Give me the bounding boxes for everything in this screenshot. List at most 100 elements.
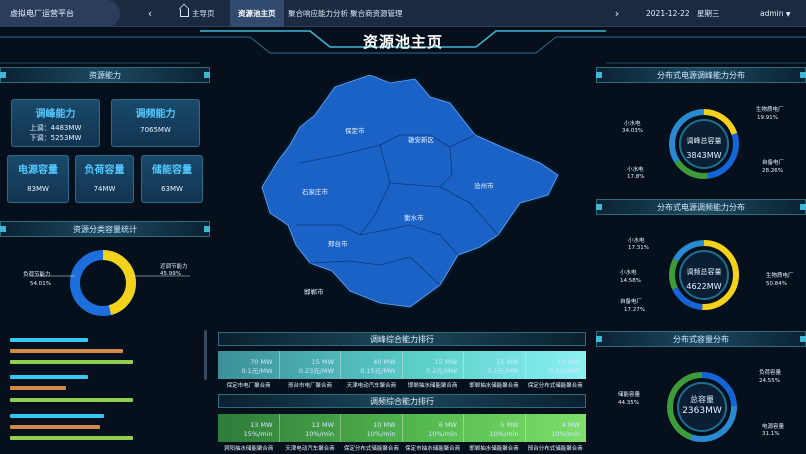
resource-capacity-header: 资源能力 bbox=[0, 67, 210, 83]
cap-dist-label: 电源容量 bbox=[762, 424, 785, 430]
user-menu[interactable]: admin ▼ bbox=[760, 0, 791, 27]
fm-capacity-card: 调频能力 7065MW bbox=[111, 99, 200, 147]
donut-slice-adjust bbox=[102, 250, 136, 315]
peak-rank-cell[interactable]: 10 MW 0.5元/MW bbox=[526, 351, 587, 379]
map-label-baoding[interactable]: 保定市 bbox=[345, 125, 365, 135]
capacity-bar bbox=[10, 436, 133, 440]
map-label-xingtai[interactable]: 邢台市 bbox=[328, 238, 348, 248]
fm-capacity-title: 调频能力 bbox=[135, 109, 176, 120]
classification-header: 资源分类容量统计 bbox=[0, 221, 210, 237]
fm-rank-header: 调频综合能力排行 bbox=[218, 394, 586, 408]
fm-dist-pct: 17.31% bbox=[628, 245, 649, 251]
peak-dist-pct: 34.03% bbox=[622, 128, 643, 134]
peak-rank-bar: 70 MW 0.1元/MW 15 MW 0.23元/MW 40 MW 0.15元/MW… bbox=[218, 351, 586, 379]
fm-dist-center-value: 4622MW bbox=[686, 282, 722, 291]
map-label-xiongan[interactable]: 雄安新区 bbox=[408, 134, 434, 144]
cap-dist-center-value: 2363MW bbox=[682, 406, 722, 416]
fm-rank-cell[interactable]: 6 MW 10%/min bbox=[403, 414, 464, 442]
fm-dist-pct: 17.27% bbox=[624, 307, 645, 313]
fm-dist-center-label: 调频总容量 bbox=[686, 268, 722, 276]
load-capacity-value: 74MW bbox=[93, 185, 116, 193]
fm-rank-bar: 13 MW 15%/min 12 MW 10%/min 10 MW 10%/min 6… bbox=[218, 414, 586, 442]
map-label-shijiazhuang[interactable]: 石家庄市 bbox=[302, 186, 328, 196]
capacity-bar bbox=[10, 398, 133, 402]
fm-dist-label: 生物质电厂 bbox=[766, 273, 794, 279]
fm-dist-header: 分布式电源调频能力分布 bbox=[596, 199, 806, 215]
nav-item-aggregator-management[interactable]: 聚合商资源管理 bbox=[350, 0, 403, 27]
fm-rank-name: 保定分布式储能聚合商 bbox=[343, 446, 399, 452]
chevron-left-icon[interactable]: ‹ bbox=[143, 0, 157, 27]
peak-rank-cell[interactable]: 70 MW 0.1元/MW bbox=[218, 351, 280, 379]
peak-dist-header: 分布式电源调峰能力分布 bbox=[596, 67, 806, 83]
fm-dist-pct: 50.84% bbox=[766, 281, 787, 287]
map-label-cangzhou[interactable]: 沧州市 bbox=[474, 180, 494, 190]
capacity-bar bbox=[10, 375, 88, 379]
peak-rank-name: 天津电动汽车聚合商 bbox=[346, 383, 397, 389]
fm-capacity-value: 7065MW bbox=[140, 126, 171, 134]
peak-dist-center-value: 3843MW bbox=[686, 151, 722, 160]
current-weekday: 星期三 bbox=[697, 9, 720, 18]
peak-rank-name: 保定分布式储能聚合商 bbox=[527, 383, 583, 389]
cap-dist-header: 分布式容量分布 bbox=[596, 331, 806, 347]
current-date: 2021-12-22 bbox=[646, 9, 690, 18]
classification-right-label: 近调节能力 bbox=[160, 264, 188, 270]
fm-rank-cell[interactable]: 13 MW 15%/min bbox=[218, 414, 280, 442]
classification-left-value: 54.01% bbox=[30, 281, 51, 287]
map-label-handan[interactable]: 邯郸市 bbox=[304, 286, 324, 296]
load-capacity-title: 负荷容量 bbox=[84, 165, 125, 176]
fm-dist-label: 自备电厂 bbox=[620, 299, 643, 305]
storage-capacity-value: 63MW bbox=[161, 185, 183, 193]
peak-dist-label: 自备电厂 bbox=[762, 160, 785, 166]
fm-rank-cell[interactable]: 5 MW 10%/min bbox=[464, 414, 526, 442]
fm-dist-pct: 14.58% bbox=[620, 278, 641, 284]
capacity-bar bbox=[10, 425, 100, 429]
map-label-hengshui[interactable]: 衡水市 bbox=[404, 212, 424, 222]
fm-rank-cell[interactable]: 4 MW 10%/min bbox=[526, 414, 587, 442]
peak-up-value: 上调：4483MW bbox=[29, 124, 82, 132]
storage-capacity-card: 储能容量 63MW bbox=[141, 155, 203, 203]
fm-rank-cell[interactable]: 10 MW 10%/min bbox=[341, 414, 403, 442]
fm-rank-names: 洞阳抽水储能聚合商 天津电动汽车聚合商 保定分布式储能聚合商 保定市抽水储能聚合… bbox=[218, 444, 586, 453]
fm-dist-label: 小水电 bbox=[620, 270, 637, 276]
peak-rank-names: 保定市电厂聚合商 邢台市电厂聚合商 天津电动汽车聚合商 邯郸抽水储能聚合商 邯郸… bbox=[218, 381, 586, 390]
capacity-bar bbox=[10, 338, 88, 342]
peak-rank-name: 邯郸抽水储能聚合商 bbox=[407, 383, 458, 389]
fm-rank-cell[interactable]: 12 MW 10%/min bbox=[280, 414, 341, 442]
peak-dist-pct: 28.26% bbox=[762, 168, 783, 174]
peak-rank-cell[interactable]: 15 MW 0.1元/MW bbox=[464, 351, 526, 379]
peak-rank-name: 保定市电厂聚合商 bbox=[226, 383, 271, 389]
brand-title: 虚拟电厂运营平台 bbox=[0, 0, 120, 27]
caret-down-icon: ▼ bbox=[785, 11, 791, 18]
nav-item-aggregate-analysis[interactable]: 聚合响应能力分析 bbox=[288, 0, 348, 27]
classification-left-label: 负荷节能力 bbox=[23, 272, 51, 278]
nav-item-resource-pool[interactable]: 资源池主页 bbox=[230, 0, 284, 27]
capacity-bar bbox=[10, 414, 104, 418]
peak-rank-cell[interactable]: 15 MW 0.23元/MW bbox=[280, 351, 341, 379]
peak-dist-label: 生物质电厂 bbox=[756, 107, 784, 113]
power-capacity-title: 电源容量 bbox=[18, 165, 58, 176]
fm-rank-name: 天津电动汽车聚合商 bbox=[285, 446, 335, 452]
load-capacity-card: 负荷容量 74MW bbox=[75, 155, 134, 203]
capacity-bar bbox=[10, 360, 133, 364]
peak-rank-cell[interactable]: 15 MW 0.2元/MW bbox=[403, 351, 464, 379]
peak-rank-cell[interactable]: 40 MW 0.15元/MW bbox=[341, 351, 403, 379]
cap-dist-label: 储能容量 bbox=[618, 392, 641, 398]
classification-right-value: 45.99% bbox=[160, 271, 181, 277]
page-title: 资源池主页 bbox=[362, 33, 443, 51]
peak-rank-name: 邯郸抽水储能聚合商 bbox=[469, 383, 519, 389]
capacity-bar bbox=[10, 386, 66, 390]
cap-dist-pct: 44.35% bbox=[618, 400, 639, 406]
peak-rank-header: 调峰综合能力排行 bbox=[218, 332, 586, 346]
hebei-map[interactable] bbox=[240, 75, 570, 315]
power-capacity-card: 电源容量 83MW bbox=[7, 155, 69, 203]
peak-dist-label: 小水电 bbox=[624, 121, 641, 127]
chevron-right-icon[interactable]: › bbox=[610, 0, 624, 27]
top-nav: 虚拟电厂运营平台 ‹ 主导页 资源池主页 聚合响应能力分析 聚合商资源管理 › … bbox=[0, 0, 806, 27]
fm-dist-label: 小水电 bbox=[628, 238, 645, 244]
nav-item-home[interactable]: 主导页 bbox=[180, 0, 215, 27]
peak-dist-pct: 19.91% bbox=[757, 115, 778, 121]
power-capacity-value: 83MW bbox=[27, 185, 49, 193]
bars-scrollbar[interactable] bbox=[204, 330, 207, 380]
peak-rank-name: 邢台市电厂聚合商 bbox=[287, 383, 332, 389]
fm-rank-name: 邢台分布式储能聚合商 bbox=[527, 446, 583, 452]
